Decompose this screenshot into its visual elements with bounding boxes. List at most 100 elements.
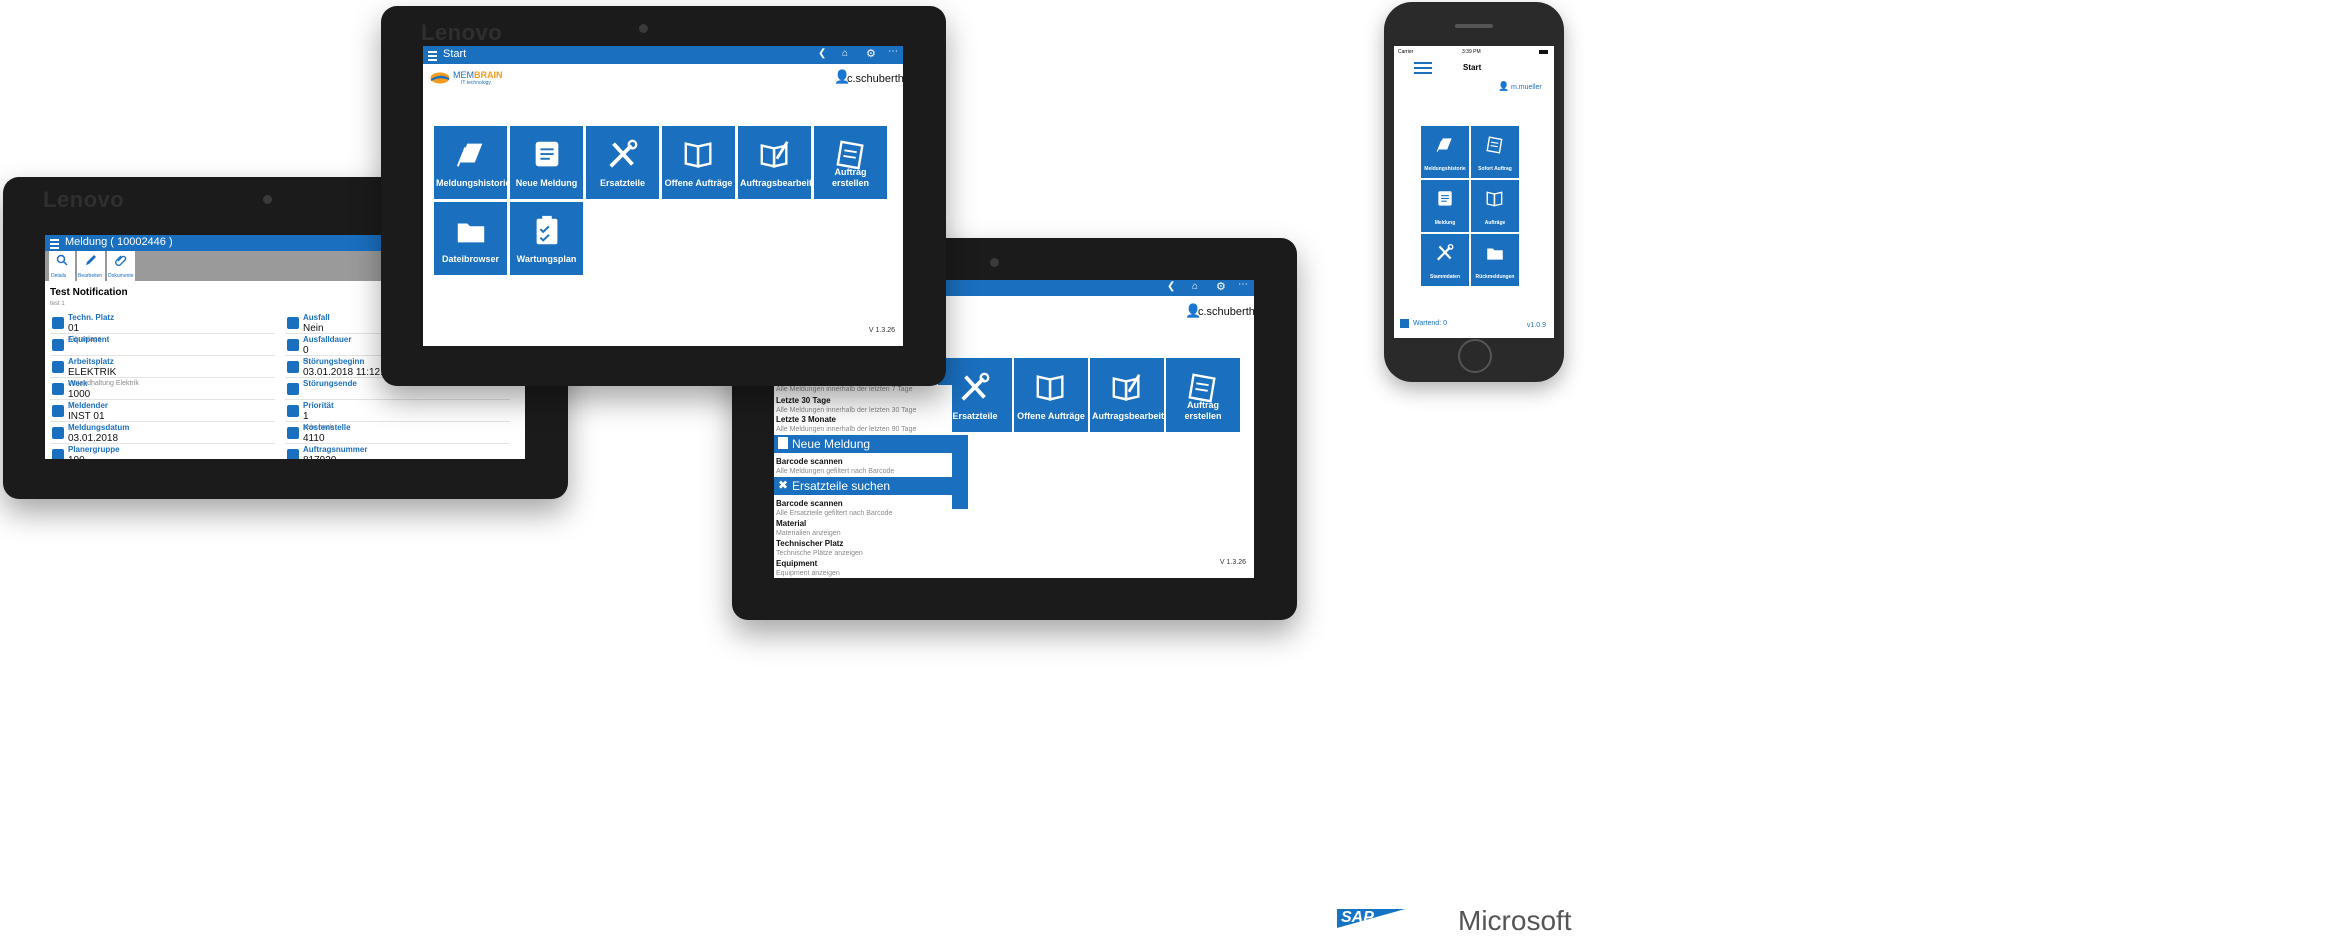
menu-item-subtitle: Technische Plätze anzeigen <box>776 550 863 557</box>
tile-dateibrowser[interactable]: Dateibrowser <box>434 202 507 275</box>
stammdaten-icon <box>1436 243 1454 261</box>
meldungshistorie-icon <box>1436 138 1452 152</box>
field-value: 100 <box>68 455 120 459</box>
tile-sofort-auftrag[interactable]: Sofort Auftrag <box>1471 126 1519 178</box>
back-icon[interactable]: ❮ <box>1167 281 1175 292</box>
menu-item-barcode[interactable]: Barcode scannen <box>776 499 843 508</box>
back-icon[interactable]: ❮ <box>818 48 826 59</box>
camera <box>639 24 648 33</box>
group-icon <box>52 449 64 459</box>
r-ckmeldungen-icon <box>1487 248 1503 260</box>
field-label: Störungsende <box>303 379 357 388</box>
field-label: Planergruppe <box>68 445 120 454</box>
tile-r-ckmeldungen[interactable]: Rückmeldungen <box>1471 234 1519 286</box>
meldung-icon <box>1438 191 1452 206</box>
home-icon[interactable]: ⌂ <box>1192 281 1198 292</box>
offene-auftr-ge-icon <box>684 142 712 168</box>
menu-item-subtitle: Alle Meldungen gefiltert nach Barcode <box>776 468 895 475</box>
tile-offene-auftr-ge[interactable]: Offene Aufträge <box>662 126 735 199</box>
auftr-ge-icon <box>1486 191 1503 207</box>
tile-label: Auftragsbearbeitung <box>1092 411 1181 421</box>
gear-icon[interactable]: ⚙ <box>1216 280 1226 293</box>
user-name[interactable]: m.mueller <box>1511 84 1542 91</box>
tile-label: Auftrag erstellen <box>831 167 870 188</box>
tile-stammdaten[interactable]: Stammdaten <box>1421 234 1469 286</box>
tile-auftragsbearbeitung[interactable]: Auftragsbearbeitung <box>738 126 829 199</box>
tab-bearbeiten[interactable]: Bearbeiten <box>77 251 105 281</box>
field-label: Equipment <box>68 335 110 344</box>
field-label: Ausfall <box>303 313 330 322</box>
menu-header-ersatzteile[interactable]: ✖ Ersatzteile suchen <box>774 477 952 495</box>
menu-item-3-months[interactable]: Letzte 3 Monate <box>776 415 836 424</box>
menu-header-neue-meldung[interactable]: Neue Meldung <box>774 435 952 453</box>
row-divider <box>50 399 275 400</box>
menu-item-equipment[interactable]: Equipment <box>776 559 817 568</box>
tile-auftrag-erstellen[interactable]: Auftrag erstellen <box>1166 358 1240 432</box>
tab-dokumente[interactable]: Dokumente <box>107 251 135 281</box>
tile-auftrag-erstellen[interactable]: Auftrag erstellen <box>814 126 887 199</box>
field-label: Werk <box>68 379 88 388</box>
tile-offene-auftr-ge[interactable]: Offene Aufträge <box>1014 358 1088 432</box>
auftragsbearbeitung-icon <box>1112 374 1141 401</box>
menu-item-subtitle: Alle Ersatzteile gefiltert nach Barcode <box>776 510 893 517</box>
field-label: Kostenstelle <box>303 423 351 432</box>
version-label: V 1.3.26 <box>868 327 895 334</box>
field-label: Priorität <box>303 401 334 410</box>
menu-item-30-days[interactable]: Letzte 30 Tage <box>776 396 831 405</box>
menu-item-technischer-platz[interactable]: Technischer Platz <box>776 539 843 548</box>
detail-row: Kostenstelle 4110 <box>303 423 351 445</box>
tile-label: Offene Aufträge <box>664 178 733 188</box>
ersatzteile-icon <box>608 139 637 168</box>
user-name[interactable]: c.schuberth <box>847 73 903 85</box>
lenovo-logo: Lenovo <box>421 20 503 45</box>
detail-row: Meldender INST 01 <box>68 401 108 423</box>
tile-meldung[interactable]: Meldung <box>1421 180 1469 232</box>
tile-ersatzteile[interactable]: Ersatzteile <box>586 126 659 199</box>
tile-label: Meldung <box>1434 220 1456 226</box>
menu-header-label: Ersatzteile suchen <box>792 479 891 493</box>
pencil-icon <box>86 255 96 265</box>
ersatzteile-icon <box>961 372 990 401</box>
menu-icon[interactable] <box>1414 62 1432 64</box>
tab-details[interactable]: Details <box>49 251 75 281</box>
tile-auftragsbearbeitung[interactable]: Auftragsbearbeitung <box>1090 358 1181 432</box>
menu-item-barcode[interactable]: Barcode scannen <box>776 457 843 466</box>
pending-label[interactable]: Wartend: 0 <box>1413 320 1447 327</box>
order-icon <box>287 449 299 459</box>
gear-icon[interactable]: ⚙ <box>866 47 876 60</box>
tools-icon: ✖ <box>778 478 789 492</box>
tile-label: Meldungshistorie <box>1424 166 1466 172</box>
priority-icon <box>287 405 299 417</box>
menu-icon[interactable] <box>428 51 437 53</box>
menu-item-subtitle: Equipment anzeigen <box>776 570 840 577</box>
version-label: V 1.3.26 <box>1219 559 1246 566</box>
tab-label: Details <box>51 273 67 279</box>
row-divider <box>50 377 275 378</box>
calendar-start-icon <box>287 361 299 373</box>
user-name[interactable]: c.schuberth <box>1198 306 1254 318</box>
more-icon[interactable]: ⋯ <box>1238 280 1248 290</box>
tile-meldungshistorie[interactable]: Meldungshistorie <box>1421 126 1469 178</box>
cost-center-icon <box>287 427 299 439</box>
home-button[interactable] <box>1458 339 1492 373</box>
version-label: v1.0.9 <box>1526 322 1546 329</box>
dateibrowser-icon <box>457 223 484 243</box>
tile-meldungshistorie[interactable]: Meldungshistorie <box>434 126 511 199</box>
tile-label: Rückmeldungen <box>1475 274 1515 280</box>
microsoft-logo: Microsoft <box>1458 905 1572 936</box>
time-label: 3:39 PM <box>1462 49 1481 55</box>
phone-screen: Carrier 3:39 PM Start 👤 m.mueller Meldun… <box>1394 46 1554 338</box>
tile-wartungsplan[interactable]: Wartungsplan <box>510 202 583 275</box>
detail-row: Meldungsdatum 03.01.2018 <box>68 423 129 445</box>
tile-neue-meldung[interactable]: Neue Meldung <box>510 126 583 199</box>
menu-item-material[interactable]: Material <box>776 519 806 528</box>
notification-title: Test Notification <box>50 287 128 298</box>
logo-text: MEMBRAIN <box>453 70 503 80</box>
menu-icon[interactable] <box>50 239 59 241</box>
field-label: Techn. Platz <box>68 313 115 322</box>
menu-item-subtitle: Alle Meldungen innerhalb der letzten 7 T… <box>776 386 913 393</box>
tile-auftr-ge[interactable]: Aufträge <box>1471 180 1519 232</box>
home-icon[interactable]: ⌂ <box>842 48 848 59</box>
detail-row: Störungsende <box>303 379 357 389</box>
more-icon[interactable]: ⋯ <box>888 46 898 57</box>
